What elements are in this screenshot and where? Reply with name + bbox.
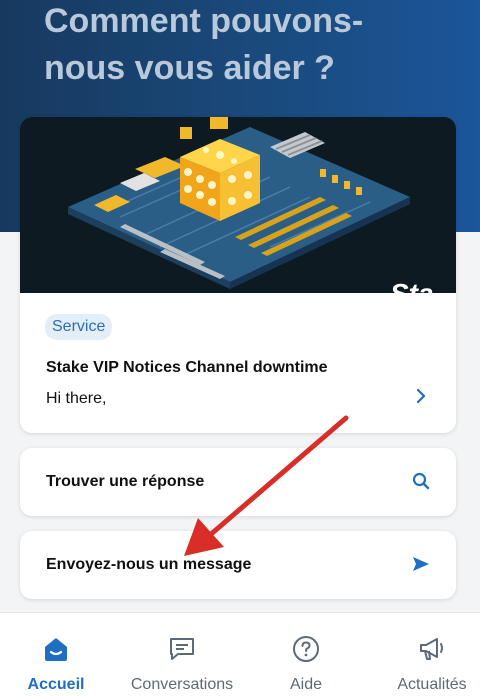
nav-label-conversations: Conversations [130,676,234,693]
nav-item-help[interactable]: Aide [270,613,342,698]
chat-icon [170,638,194,660]
page-title: Comment pouvons-nous vous aider ? [44,2,364,87]
nav-item-home[interactable]: Accueil [14,613,98,698]
article-excerpt: Hi there, [46,390,107,407]
article-title: Stake VIP Notices Channel downtime [46,359,328,376]
send-message-label: Envoyez-nous un message [46,556,252,573]
send-icon [413,557,429,571]
find-answer-label: Trouver une réponse [46,473,205,490]
megaphone-icon [420,638,443,660]
help-icon [293,636,319,662]
home-icon [45,638,67,661]
nav-item-news[interactable]: Actualités [384,613,480,698]
banner-logo-text: Sta [390,278,434,293]
bottom-nav: Accueil Conversations Aide Actualités [0,612,480,698]
category-tag: Service [45,314,113,340]
nav-item-conversations[interactable]: Conversations [122,613,242,698]
nav-label-news: Actualités [397,676,467,693]
search-icon [412,472,430,490]
chevron-right-icon [416,389,426,403]
nav-label-help: Aide [289,676,323,693]
find-answer-button[interactable]: Trouver une réponse [20,448,456,516]
article-card[interactable]: Sta Service Stake VIP Notices Channel do… [20,117,456,433]
article-banner-image: Sta [20,117,456,293]
nav-label-home: Accueil [27,676,85,693]
send-message-button[interactable]: Envoyez-nous un message [20,531,456,599]
motherboard-illustration: Sta [20,117,456,293]
